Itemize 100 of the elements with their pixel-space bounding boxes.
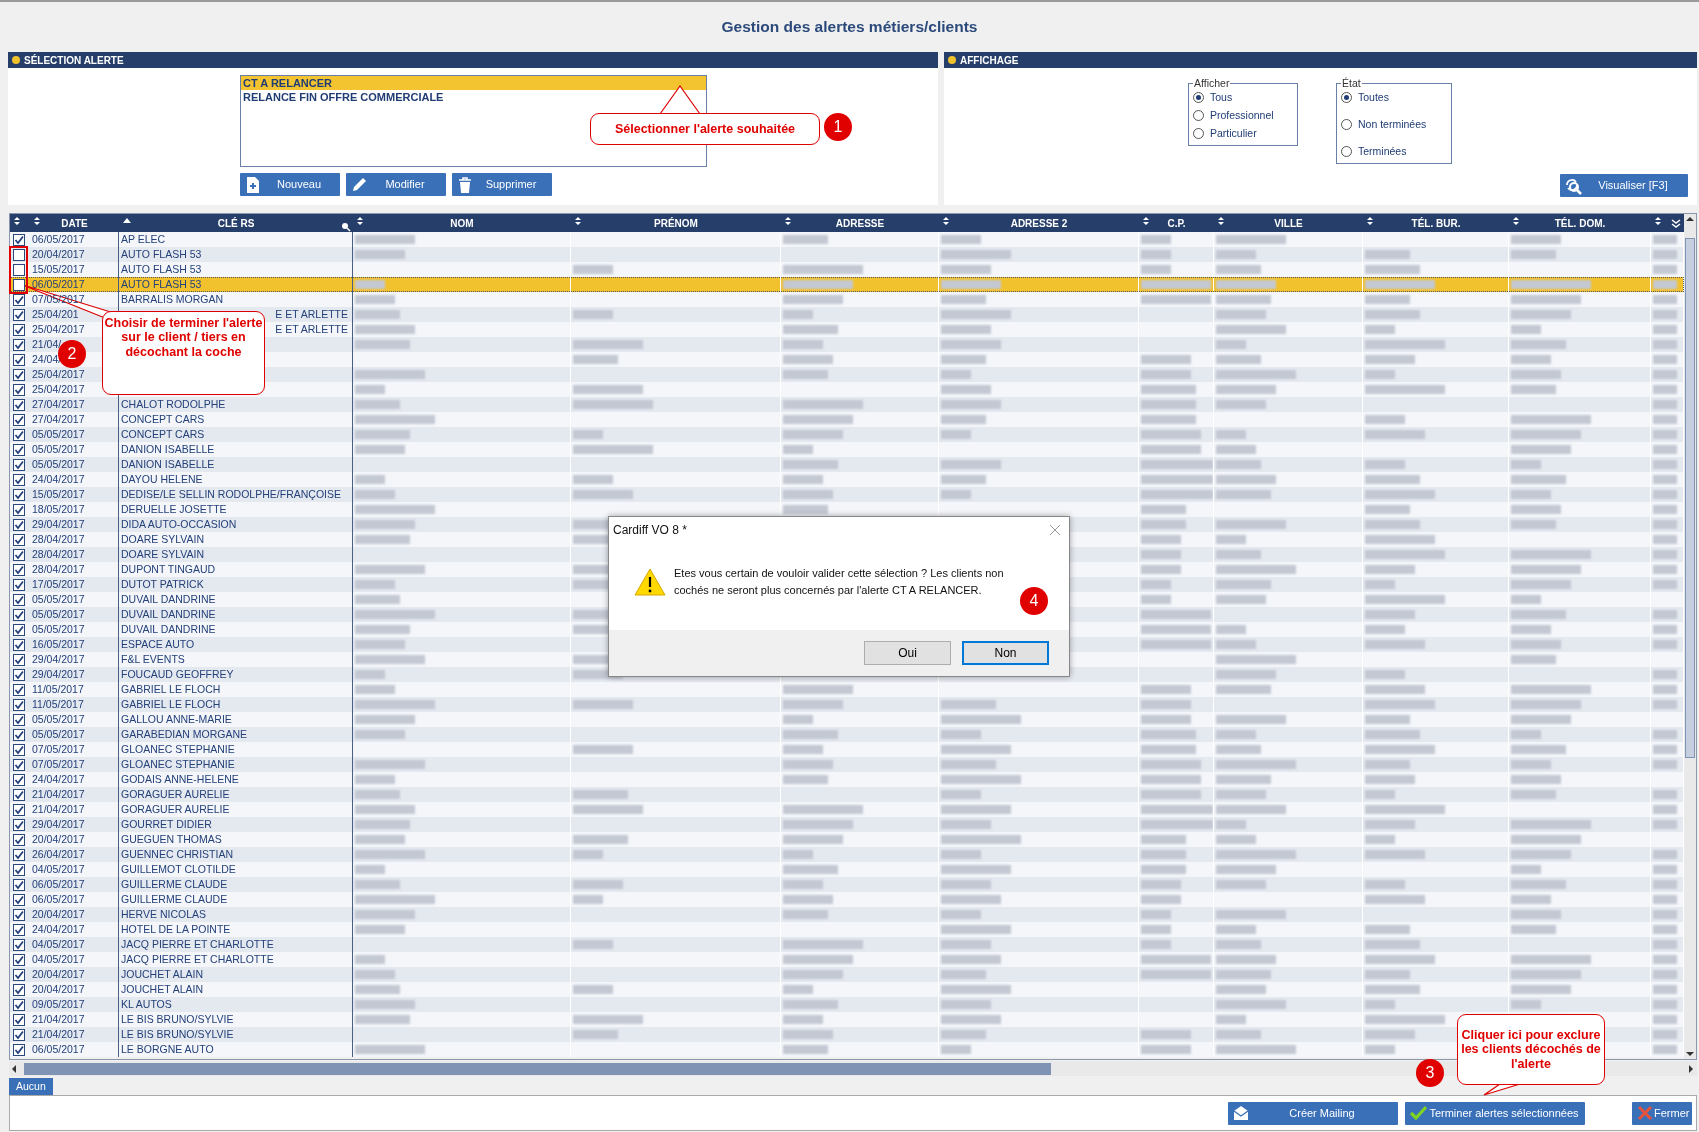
table-cell: LE BORGNE AUTO xyxy=(121,1042,214,1057)
table-cell: 15/05/2017 xyxy=(32,262,85,277)
radio-label: Toutes xyxy=(1358,90,1389,105)
table-cell: 21/04/2017 xyxy=(32,1012,85,1027)
table-cell: 29/04/2017 xyxy=(32,652,85,667)
dialog-title: Cardiff VO 8 * xyxy=(613,522,687,539)
table-cell: F&L EVENTS xyxy=(121,652,185,667)
table-cell: GABRIEL LE FLOCH xyxy=(121,682,221,697)
table-cell: 25/04/201 xyxy=(32,307,79,322)
table-cell: 21/04/2017 xyxy=(32,802,85,817)
table-cell: 05/05/2017 xyxy=(32,622,85,637)
table-cell: 25/04/2017 xyxy=(32,322,85,337)
table-cell: 24/04/2017 xyxy=(32,472,85,487)
table-cell: JACQ PIERRE ET CHARLOTTE xyxy=(121,937,274,952)
table-cell: BARRALIS MORGAN xyxy=(121,292,224,307)
table-cell: DUVAIL DANDRINE xyxy=(121,607,216,622)
table-cell: 26/04/2017 xyxy=(32,847,85,862)
table-cell: GABRIEL LE FLOCH xyxy=(121,697,221,712)
radio-label: Terminées xyxy=(1358,143,1407,159)
table-cell: JOUCHET ALAIN xyxy=(121,967,204,982)
table-cell: 06/05/2017 xyxy=(32,877,85,892)
radio-label: Tous xyxy=(1210,90,1233,105)
table-cell: 27/04/2017 xyxy=(32,412,85,427)
table-cell: DANION ISABELLE xyxy=(121,457,215,472)
table-cell: DAYOU HELENE xyxy=(121,472,203,487)
table-cell: 15/05/2017 xyxy=(32,487,85,502)
table-cell: 17/05/2017 xyxy=(32,577,85,592)
table-cell: 11/05/2017 xyxy=(32,697,84,712)
table-cell: GARABEDIAN MORGANE xyxy=(121,727,248,742)
table-cell: LE BIS BRUNO/SYLVIE xyxy=(121,1027,234,1042)
table-cell: 24/04/2017 xyxy=(32,922,85,937)
table-cell: 29/04/2017 xyxy=(32,517,85,532)
table-cell: 05/05/2017 xyxy=(32,442,85,457)
table-cell: HERVE NICOLAS xyxy=(121,907,206,922)
table-cell: 25/04/2017 xyxy=(32,382,85,397)
table-cell: CHALOT RODOLPHE xyxy=(121,397,226,412)
table-cell: 24/04/ xyxy=(32,352,62,367)
table-cell: 28/04/2017 xyxy=(32,532,85,547)
table-cell: DEDISE/LE SELLIN RODOLPHE/FRANÇOISE xyxy=(121,487,341,502)
table-cell: 04/05/2017 xyxy=(32,937,85,952)
table-cell: 04/05/2017 xyxy=(32,862,85,877)
table-cell: LE BIS BRUNO/SYLVIE xyxy=(121,1012,234,1027)
table-cell: DUVAIL DANDRINE xyxy=(121,592,216,607)
table-cell: CONCEPT CARS xyxy=(121,427,205,442)
table-cell: 11/05/2017 xyxy=(32,682,84,697)
table-cell: DANION ISABELLE xyxy=(121,442,215,457)
table-cell: DIDA AUTO-OCCASION xyxy=(121,517,237,532)
table-cell: GORAGUER AURELIE xyxy=(121,787,230,802)
table-cell: 04/05/2017 xyxy=(32,952,85,967)
table-cell: 05/05/2017 xyxy=(32,607,85,622)
table-cell: GUILLERME CLAUDE xyxy=(121,892,228,907)
table-cell: 06/05/2017 xyxy=(32,892,85,907)
table-cell: 07/05/2017 xyxy=(32,742,85,757)
table-cell: CONCEPT CARS xyxy=(121,412,205,427)
table-cell: DUTOT PATRICK xyxy=(121,577,204,592)
table-cell: 21/04/ xyxy=(32,337,62,352)
table-cell: 06/05/2017 xyxy=(32,277,85,292)
table-cell: GUENNEC CHRISTIAN xyxy=(121,847,233,862)
table-cell: 29/04/2017 xyxy=(32,667,85,682)
table-cell: GLOANEC STEPHANIE xyxy=(121,757,235,772)
table-cell: 05/05/2017 xyxy=(32,427,85,442)
table-cell: DUPONT TINGAUD xyxy=(121,562,216,577)
table-cell: 05/05/2017 xyxy=(32,727,85,742)
table-cell: E ET ARLETTE xyxy=(275,307,348,322)
table-cell: 05/05/2017 xyxy=(32,712,85,727)
table-cell: KL AUTOS xyxy=(121,997,172,1012)
table-cell: DUVAIL DANDRINE xyxy=(121,622,216,637)
table-cell: GUILLERME CLAUDE xyxy=(121,877,228,892)
table-cell: GOURRET DIDIER xyxy=(121,817,212,832)
panel-title: AFFICHAGE xyxy=(960,53,1019,68)
table-cell: 18/05/2017 xyxy=(32,502,85,517)
table-cell: 07/05/2017 xyxy=(32,757,85,772)
table-cell: E ET ARLETTE xyxy=(275,322,348,337)
table-cell: GUEGUEN THOMAS xyxy=(121,832,222,847)
table-cell: 20/04/2017 xyxy=(32,982,85,997)
table-cell: 21/04/2017 xyxy=(32,787,85,802)
table-cell: 20/04/2017 xyxy=(32,967,85,982)
table-cell: GLOANEC STEPHANIE xyxy=(121,742,235,757)
table-cell: HOTEL DE LA POINTE xyxy=(121,922,231,937)
table-cell: GORAGUER AURELIE xyxy=(121,802,230,817)
table-cell: ESPACE AUTO xyxy=(121,637,195,652)
table-cell: DOARE SYLVAIN xyxy=(121,532,205,547)
table-cell: FOUCAUD GEOFFREY xyxy=(121,667,234,682)
table-cell: 28/04/2017 xyxy=(32,547,85,562)
table-cell: 28/04/2017 xyxy=(32,562,85,577)
dialog-message: Etes vous certain de vouloir valider cette sélection ? Les clients non cochés ne seront plus concernés par l'alerte CT A RELANCER. xyxy=(674,566,1005,598)
table-cell: AUTO FLASH 53 xyxy=(121,277,202,292)
table-cell: 05/05/2017 xyxy=(32,457,85,472)
step-number: 3 xyxy=(1416,1059,1444,1087)
table-cell: 25/04/2017 xyxy=(32,367,85,382)
table-cell: GODAIS ANNE-HELENE xyxy=(121,772,239,787)
table-cell: 20/04/2017 xyxy=(32,907,85,922)
table-cell: AUTO FLASH 53 xyxy=(121,247,202,262)
table-cell: GUILLEMOT CLOTILDE xyxy=(121,862,236,877)
table-cell: 27/04/2017 xyxy=(32,397,85,412)
table-cell: 09/05/2017 xyxy=(32,997,85,1012)
table-cell: AP ELEC xyxy=(121,232,166,247)
table-cell: DERUELLE JOSETTE xyxy=(121,502,227,517)
table-cell: DOARE SYLVAIN xyxy=(121,547,205,562)
radio-label: Non terminées xyxy=(1358,116,1427,132)
